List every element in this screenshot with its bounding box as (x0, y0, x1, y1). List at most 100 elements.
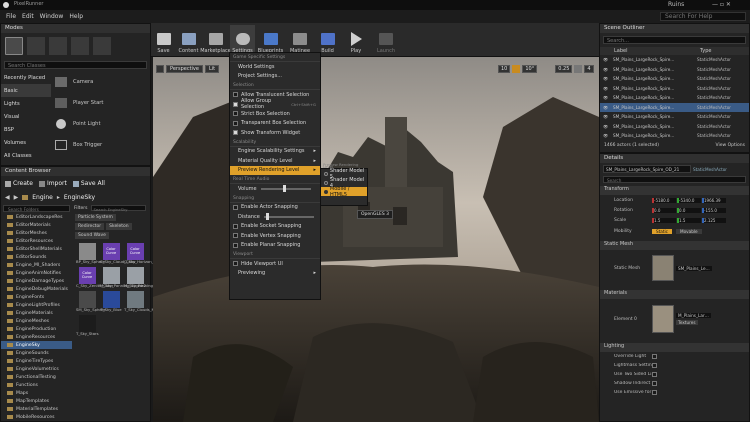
volume-slider[interactable] (260, 184, 311, 192)
static-mesh-value[interactable]: SM_Plains_Le… (676, 265, 712, 271)
volume-item[interactable]: Volume (230, 184, 320, 194)
socket-snapping-checkbox[interactable] (233, 223, 238, 229)
menu-window[interactable]: Window (40, 13, 64, 20)
build-toolbar-button[interactable]: Build (314, 25, 341, 54)
lighting-row[interactable]: Use Two Sided Li (600, 370, 749, 379)
radio-sm4[interactable] (324, 180, 328, 185)
place-mode-icon[interactable] (5, 37, 23, 55)
folder-item[interactable]: EngineAnimNotifies (1, 269, 72, 277)
class-item-box-trigger[interactable]: Box Trigger (51, 134, 150, 155)
allow-translucent-checkbox[interactable] (233, 92, 238, 98)
window-controls[interactable]: — ▫ ✕ (712, 1, 731, 8)
details-tab[interactable]: Details (600, 154, 749, 163)
landscape-mode-icon[interactable] (49, 37, 67, 55)
breadcrumb-enginesky[interactable]: EngineSky (64, 194, 95, 201)
rotation-x[interactable]: 0.0 (652, 207, 676, 213)
scale-z[interactable]: 2.125 (702, 217, 726, 223)
asset-tile[interactable]: BP_Sky_Sphere (76, 243, 105, 264)
material-value[interactable]: M_Plains_Lar… (676, 313, 711, 318)
settings-toolbar-button[interactable]: Settings (230, 25, 255, 54)
matinee-toolbar-button[interactable]: Matinee (286, 25, 314, 54)
save-all-button[interactable]: Save All (72, 180, 105, 187)
location-z[interactable]: 1966.39 (702, 197, 726, 203)
volume-slider-handle[interactable] (282, 184, 286, 192)
rotation-snap-icon[interactable] (512, 65, 521, 73)
folder-item[interactable]: EngineDamageTypes (1, 277, 72, 285)
perspective-button[interactable]: Perspective (166, 65, 203, 73)
scale-y[interactable]: 1.5 (677, 217, 701, 223)
folder-item[interactable]: EngineResources (1, 333, 72, 341)
material-quality-item[interactable]: Material Quality Level ▸ (230, 156, 320, 166)
engine-scalability-item[interactable]: Engine Scalability Settings ▸ (230, 147, 320, 157)
show-transform-item[interactable]: Show Transform Widget (230, 128, 320, 138)
folder-item[interactable]: EngineTireTypes (1, 357, 72, 365)
hide-viewport-ui-checkbox[interactable] (233, 261, 238, 267)
class-item-player-start[interactable]: Player Start (51, 92, 150, 113)
mobile-html5-item[interactable]: Mobile / HTML5 (321, 186, 367, 198)
chip-redirector[interactable]: Redirector (75, 223, 105, 230)
viewport-options-button[interactable] (156, 65, 164, 73)
folder-item[interactable]: EditorMeshes (1, 229, 72, 237)
lighting-row[interactable]: Shadow Indirect (600, 379, 749, 388)
menu-edit[interactable]: Edit (22, 13, 34, 20)
class-item-point-light[interactable]: Point Light (51, 113, 150, 134)
visibility-eye-icon[interactable]: 👁 (603, 95, 613, 100)
actor-name-field[interactable]: SM_Plains_LargeRock_Spire_OD_21 (603, 165, 691, 173)
textures-dropdown[interactable]: Textures (676, 320, 698, 325)
allow-group-item[interactable]: Allow Group Selection Ctrl+Shift+G (230, 98, 320, 110)
visibility-eye-icon[interactable]: 👁 (603, 114, 613, 119)
category-recently-placed[interactable]: Recently Placed (1, 71, 51, 84)
material-thumbnail[interactable] (652, 305, 674, 333)
mobility-movable[interactable]: Movable (675, 228, 702, 234)
preview-rendering-item[interactable]: Preview Rendering Level ▸ (230, 165, 320, 175)
col-type[interactable]: Type (700, 48, 711, 54)
transparent-box-item[interactable]: Transparent Box Selection (230, 119, 320, 129)
asset-tile[interactable]: Color Curve C_Sky_Horizon_Color (124, 243, 164, 264)
window-tab[interactable]: PixelRunner (14, 1, 43, 7)
folder-item[interactable]: EngineSky (1, 341, 72, 349)
folder-item[interactable]: MobileResources (1, 413, 72, 421)
lighting-checkbox[interactable] (652, 390, 657, 395)
asset-tile[interactable]: Color Curve C_Sky_Zenith_Color (76, 267, 113, 288)
save-toolbar-button[interactable]: Save (151, 25, 176, 54)
asset-tile[interactable]: M_Sky_Panning_Clouds2 (100, 267, 146, 288)
lighting-row[interactable]: Lightmass Settings (600, 361, 749, 370)
socket-snapping-item[interactable]: Enable Socket Snapping (230, 222, 320, 232)
lighting-checkbox[interactable] (652, 363, 657, 368)
mobility-static[interactable]: Static (652, 228, 672, 234)
play-toolbar-button[interactable]: Play (341, 25, 371, 54)
asset-tile[interactable]: T_Sky_Stars (76, 315, 99, 336)
chip-skeleton[interactable]: Skeleton (106, 223, 132, 230)
folder-item[interactable]: EditorResources (1, 237, 72, 245)
world-settings-item[interactable]: World Settings (230, 62, 320, 72)
asset-tile[interactable]: T_Sky_Clouds_M (124, 291, 155, 312)
visibility-eye-icon[interactable]: 👁 (603, 67, 613, 72)
lighting-checkbox[interactable] (652, 372, 657, 377)
outliner-row[interactable]: 👁 SM_Plains_LargeRock_Spire… StaticMeshAct… (600, 74, 749, 84)
scale-x[interactable]: 1.5 (652, 217, 676, 223)
paint-mode-icon[interactable] (27, 37, 45, 55)
modes-search-input[interactable]: Search Classes (4, 61, 147, 69)
folder-item[interactable]: EngineMeshes (1, 317, 72, 325)
modes-tab[interactable]: Modes (1, 24, 150, 33)
outliner-search-input[interactable]: Search... (603, 36, 746, 44)
planar-snapping-item[interactable]: Enable Planar Snapping (230, 241, 320, 251)
folder-search-input[interactable]: Search Folders (3, 205, 70, 212)
folder-item[interactable]: EditorShellMaterials (1, 245, 72, 253)
distance-slider-handle[interactable] (265, 212, 269, 220)
outliner-row[interactable]: 👁 SM_Plains_LargeRock_Spire… StaticMeshAct… (600, 102, 749, 112)
planar-snapping-checkbox[interactable] (233, 242, 238, 248)
content-toolbar-button[interactable]: Content (176, 25, 201, 54)
visibility-eye-icon[interactable]: 👁 (603, 76, 613, 81)
launch-toolbar-button[interactable]: Launch (371, 25, 401, 54)
category-all-classes[interactable]: All Classes (1, 149, 51, 162)
chip-particle-system[interactable]: Particle System (75, 214, 116, 221)
create-button[interactable]: Create (5, 180, 33, 187)
previewing-item[interactable]: Previewing ▸ (230, 269, 320, 279)
actor-snapping-checkbox[interactable] (233, 204, 238, 210)
folder-item[interactable]: EditorMaterials (1, 221, 72, 229)
foliage-mode-icon[interactable] (71, 37, 89, 55)
visibility-eye-icon[interactable]: 👁 (603, 105, 613, 110)
allow-group-checkbox[interactable] (233, 101, 238, 107)
static-mesh-section[interactable]: Static Mesh (600, 241, 749, 250)
